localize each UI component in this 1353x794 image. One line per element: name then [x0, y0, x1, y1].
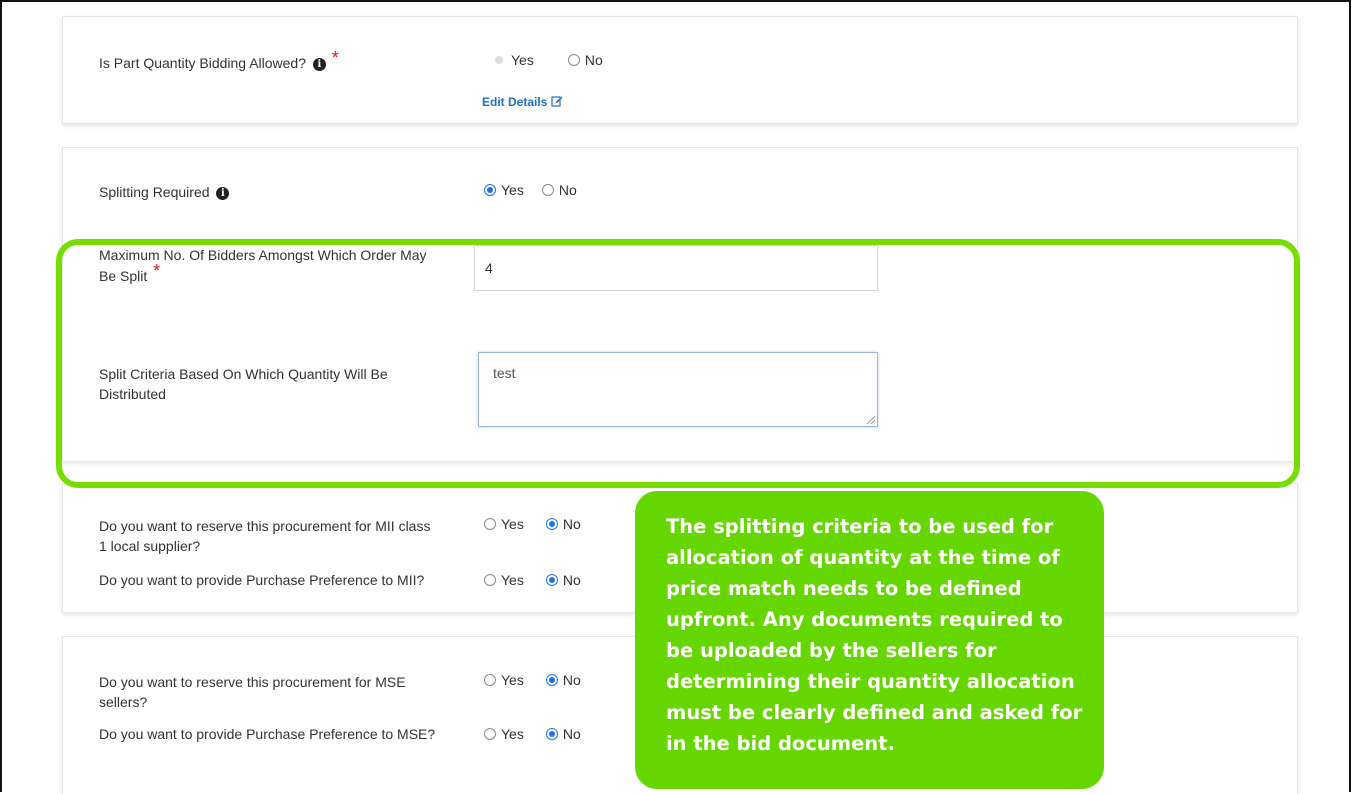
mse-reserve-question-line2: sellers?: [99, 694, 148, 710]
info-icon[interactable]: i: [216, 186, 230, 200]
resize-handle-icon[interactable]: [867, 416, 875, 424]
mse-preference-no-label: No: [562, 726, 581, 742]
mse-reserve-no-label: No: [562, 672, 581, 688]
max-bidders-input[interactable]: [474, 245, 878, 291]
splitting-yes-radio[interactable]: Yes: [484, 182, 524, 198]
mii-preference-radio-group: Yes No: [484, 572, 603, 588]
split-criteria-textarea[interactable]: test: [478, 352, 878, 427]
required-asterisk: *: [331, 48, 339, 68]
radio-empty-icon: [567, 54, 580, 66]
mse-preference-question: Do you want to provide Purchase Preferen…: [99, 726, 436, 742]
mse-preference-radio-group: Yes No: [484, 726, 603, 742]
info-icon[interactable]: i: [312, 57, 326, 71]
mii-preference-yes-radio[interactable]: Yes: [484, 572, 524, 588]
part-quantity-no-radio[interactable]: No: [567, 52, 603, 68]
radio-selected-icon: [545, 674, 558, 686]
radio-selected-icon: [484, 184, 496, 196]
mse-preference-yes-label: Yes: [501, 726, 524, 742]
part-quantity-radio-group: Yes No: [493, 52, 625, 68]
split-criteria-label-line2: Distributed: [99, 386, 166, 402]
splitting-question-text: Splitting Required: [99, 184, 210, 200]
edit-icon: [551, 96, 563, 107]
mse-preference-yes-radio[interactable]: Yes: [484, 726, 524, 742]
mse-reserve-radio-group: Yes No: [484, 672, 603, 688]
mii-preference-no-label: No: [562, 572, 581, 588]
radio-selected-icon: [545, 574, 558, 586]
mii-reserve-no-radio[interactable]: No: [545, 516, 581, 532]
radio-empty-icon: [541, 184, 554, 196]
radio-empty-icon: [484, 574, 496, 586]
required-asterisk: *: [153, 261, 161, 281]
mii-reserve-question-line1: Do you want to reserve this procurement …: [99, 518, 431, 534]
radio-empty-icon: [484, 518, 496, 530]
edit-details-link[interactable]: Edit Details: [482, 95, 563, 109]
radio-selected-icon: [545, 728, 558, 740]
part-quantity-no-label: No: [584, 52, 603, 68]
splitting-yes-label: Yes: [501, 182, 524, 198]
mii-reserve-question: Do you want to reserve this procurement …: [99, 516, 479, 556]
mii-preference-no-radio[interactable]: No: [545, 572, 581, 588]
split-criteria-value: test: [493, 365, 516, 381]
part-quantity-yes-label: Yes: [511, 52, 534, 68]
radio-selected-icon: [545, 518, 558, 530]
splitting-question: Splitting Required i: [99, 182, 230, 202]
mse-reserve-yes-label: Yes: [501, 672, 524, 688]
splitting-no-radio[interactable]: No: [541, 182, 577, 198]
part-quantity-yes-radio[interactable]: Yes: [493, 52, 534, 68]
part-quantity-question: Is Part Quantity Bidding Allowed? i *: [99, 48, 339, 73]
mii-reserve-yes-label: Yes: [501, 516, 524, 532]
split-criteria-label: Split Criteria Based On Which Quantity W…: [99, 364, 469, 404]
mii-reserve-question-line2: 1 local supplier?: [99, 538, 201, 554]
callout-text: The splitting criteria to be used for al…: [666, 515, 1083, 755]
mii-reserve-yes-radio[interactable]: Yes: [484, 516, 524, 532]
mse-reserve-yes-radio[interactable]: Yes: [484, 672, 524, 688]
splitting-no-label: No: [558, 182, 577, 198]
radio-disabled-icon: [495, 56, 503, 64]
mse-reserve-no-radio[interactable]: No: [545, 672, 581, 688]
max-bidders-label-line2: Be Split: [99, 268, 148, 284]
splitting-radio-group: Yes No: [484, 182, 599, 198]
radio-empty-icon: [484, 674, 496, 686]
part-quantity-question-text: Is Part Quantity Bidding Allowed?: [99, 55, 307, 71]
radio-empty-icon: [484, 728, 496, 740]
split-criteria-label-line1: Split Criteria Based On Which Quantity W…: [99, 366, 388, 382]
mii-preference-yes-label: Yes: [501, 572, 524, 588]
mse-reserve-question-line1: Do you want to reserve this procurement …: [99, 674, 406, 690]
mii-reserve-radio-group: Yes No: [484, 516, 603, 532]
max-bidders-label: Maximum No. Of Bidders Amongst Which Ord…: [99, 245, 469, 286]
mii-reserve-no-label: No: [562, 516, 581, 532]
info-callout: The splitting criteria to be used for al…: [635, 491, 1104, 789]
edit-details-label: Edit Details: [482, 95, 548, 109]
mse-preference-no-radio[interactable]: No: [545, 726, 581, 742]
mse-reserve-question: Do you want to reserve this procurement …: [99, 672, 479, 712]
mii-preference-question: Do you want to provide Purchase Preferen…: [99, 572, 425, 588]
